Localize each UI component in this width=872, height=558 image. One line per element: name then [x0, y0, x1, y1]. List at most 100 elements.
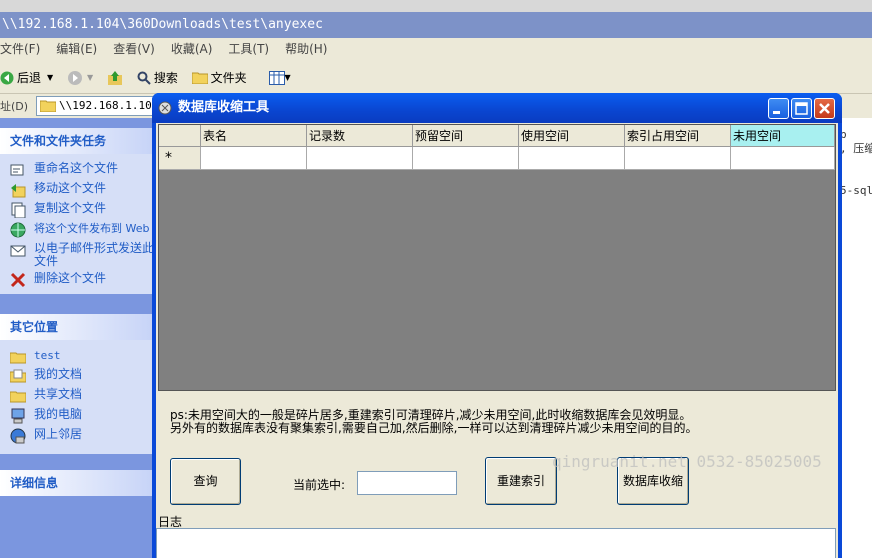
query-button[interactable]: 查询: [170, 458, 241, 505]
maximize-icon: [795, 102, 808, 115]
menu-help[interactable]: 帮助(H): [285, 38, 327, 60]
maximize-button[interactable]: [791, 98, 812, 119]
background-snippet: 5-sql_: [840, 184, 872, 197]
email-icon: [10, 245, 26, 257]
shared-folder-icon: [10, 391, 26, 403]
address-value: \\192.168.1.104\: [59, 99, 165, 112]
place-network[interactable]: 网上邻居: [10, 428, 82, 444]
task-label: 文件: [34, 254, 59, 268]
copy-icon: [11, 202, 26, 218]
menu-view[interactable]: 查看(V): [113, 38, 155, 60]
grid-cell[interactable]: [413, 147, 519, 170]
details-title[interactable]: 详细信息: [0, 470, 155, 496]
folder-icon: [40, 100, 56, 112]
background-snippet: , 压缩: [840, 142, 872, 155]
file-tasks-title[interactable]: 文件和文件夹任务: [0, 128, 155, 154]
task-label: 移动这个文件: [34, 181, 107, 195]
computer-icon: [11, 408, 25, 424]
back-button[interactable]: 后退 ▼: [0, 61, 53, 95]
watermark: qingruanit.net 0532-85025005: [552, 452, 822, 471]
folder-icon: [10, 352, 26, 364]
delete-icon: [10, 272, 26, 288]
place-test[interactable]: test: [10, 349, 61, 365]
task-label: 复制这个文件: [34, 201, 107, 215]
column-header-index-space[interactable]: 索引占用空间: [625, 125, 731, 147]
forward-button[interactable]: ▼: [67, 61, 93, 95]
log-textarea[interactable]: [156, 528, 836, 558]
explorer-title: \\192.168.1.104\360Downloads\test\anyexe…: [0, 12, 872, 38]
task-rename[interactable]: 重命名这个文件: [10, 162, 118, 178]
chevron-down-icon[interactable]: ▼: [47, 61, 53, 95]
column-header-record-count[interactable]: 记录数: [307, 125, 413, 147]
back-label: 后退: [17, 70, 42, 85]
grid-cell[interactable]: [625, 147, 731, 170]
folders-button[interactable]: 文件夹: [191, 61, 247, 95]
grid-cell[interactable]: [731, 147, 835, 170]
current-selected-input[interactable]: [357, 471, 457, 495]
explorer-top-strip: [0, 0, 872, 12]
folder-icon: [191, 72, 208, 84]
views-grid-icon: [268, 70, 285, 85]
dialog-titlebar[interactable]: 数据库收缩工具: [152, 93, 842, 123]
task-publish-web[interactable]: 将这个文件发布到 Web: [10, 222, 149, 238]
column-header-used-space[interactable]: 使用空间: [519, 125, 625, 147]
views-button[interactable]: ▼: [268, 61, 291, 95]
chevron-down-icon[interactable]: ▼: [87, 61, 93, 95]
new-row-marker: *: [159, 147, 201, 170]
close-icon: [819, 103, 830, 114]
other-places-title[interactable]: 其它位置: [0, 314, 155, 340]
close-button[interactable]: [814, 98, 835, 119]
globe-icon: [10, 222, 26, 238]
grid-cell[interactable]: [307, 147, 413, 170]
app-icon: [158, 101, 172, 115]
current-selected-label: 当前选中:: [293, 478, 346, 492]
task-pane: 文件和文件夹任务 重命名这个文件 移动这个文件 复制这个文件 将这个文件发布到 …: [0, 118, 155, 558]
grid-header-row: 表名 记录数 预留空间 使用空间 索引占用空间 未用空间: [159, 125, 835, 147]
place-label: 共享文档: [34, 387, 83, 401]
minimize-button[interactable]: [768, 98, 789, 119]
db-shrink-dialog: 数据库收缩工具 表名 记录数 预留空间 使用空间 索引占用空间 未用空间 * p…: [152, 93, 842, 558]
task-move[interactable]: 移动这个文件: [10, 182, 106, 198]
column-header-unused-space[interactable]: 未用空间: [731, 125, 835, 147]
folders-label: 文件夹: [210, 70, 247, 85]
rename-icon: [10, 164, 24, 176]
task-copy[interactable]: 复制这个文件: [10, 202, 106, 218]
place-label: test: [34, 349, 61, 362]
hint-line: 另外有的数据库表没有聚集索引,需要自己加,然后删除,一样可以达到清理碎片减少未用…: [170, 421, 698, 435]
task-label-group: 以电子邮件形式发送此 文件: [34, 242, 154, 268]
explorer-menubar: 文件(F) 编辑(E) 查看(V) 收藏(A) 工具(T) 帮助(H): [0, 38, 872, 60]
rebuild-index-button[interactable]: 重建索引: [485, 457, 557, 505]
menu-file[interactable]: 文件(F): [0, 38, 40, 60]
up-folder-button[interactable]: [107, 70, 123, 86]
column-header-table-name[interactable]: 表名: [201, 125, 307, 147]
minimize-icon: [773, 111, 780, 114]
task-email[interactable]: 以电子邮件形式发送此 文件: [10, 242, 154, 268]
dialog-client-area: 表名 记录数 预留空间 使用空间 索引占用空间 未用空间 * ps:未用空间大的…: [156, 123, 838, 558]
place-label: 我的文档: [34, 367, 83, 381]
place-my-documents[interactable]: 我的文档: [10, 368, 82, 384]
task-delete[interactable]: 删除这个文件: [10, 272, 106, 288]
place-my-computer[interactable]: 我的电脑: [10, 408, 82, 424]
forward-arrow-icon: [68, 70, 82, 85]
tables-grid[interactable]: 表名 记录数 预留空间 使用空间 索引占用空间 未用空间 *: [158, 124, 836, 391]
place-shared-documents[interactable]: 共享文档: [10, 388, 82, 404]
grid-cell[interactable]: [201, 147, 307, 170]
menu-edit[interactable]: 编辑(E): [56, 38, 97, 60]
address-label: 址(D): [0, 100, 29, 113]
hint-note: ps:未用空间大的一般是碎片居多,重建索引可清理碎片,减少未用空间,此时收缩数据…: [170, 409, 697, 435]
grid-cell[interactable]: [519, 147, 625, 170]
address-input[interactable]: \\192.168.1.104\: [36, 96, 166, 116]
grid-new-row[interactable]: *: [159, 147, 835, 170]
explorer-title-text: \\192.168.1.104\360Downloads\test\anyexe…: [2, 17, 323, 32]
chevron-down-icon[interactable]: ▼: [285, 61, 291, 95]
place-label: 网上邻居: [34, 427, 83, 441]
search-label: 搜索: [153, 70, 178, 85]
back-arrow-icon: [0, 71, 14, 84]
menu-favorites[interactable]: 收藏(A): [171, 38, 213, 60]
grid-corner-cell[interactable]: [159, 125, 201, 147]
search-button[interactable]: 搜索: [137, 61, 178, 95]
column-header-reserved-space[interactable]: 预留空间: [413, 125, 519, 147]
network-icon: [10, 428, 26, 444]
search-icon: [137, 71, 151, 85]
menu-tools[interactable]: 工具(T): [228, 38, 269, 60]
